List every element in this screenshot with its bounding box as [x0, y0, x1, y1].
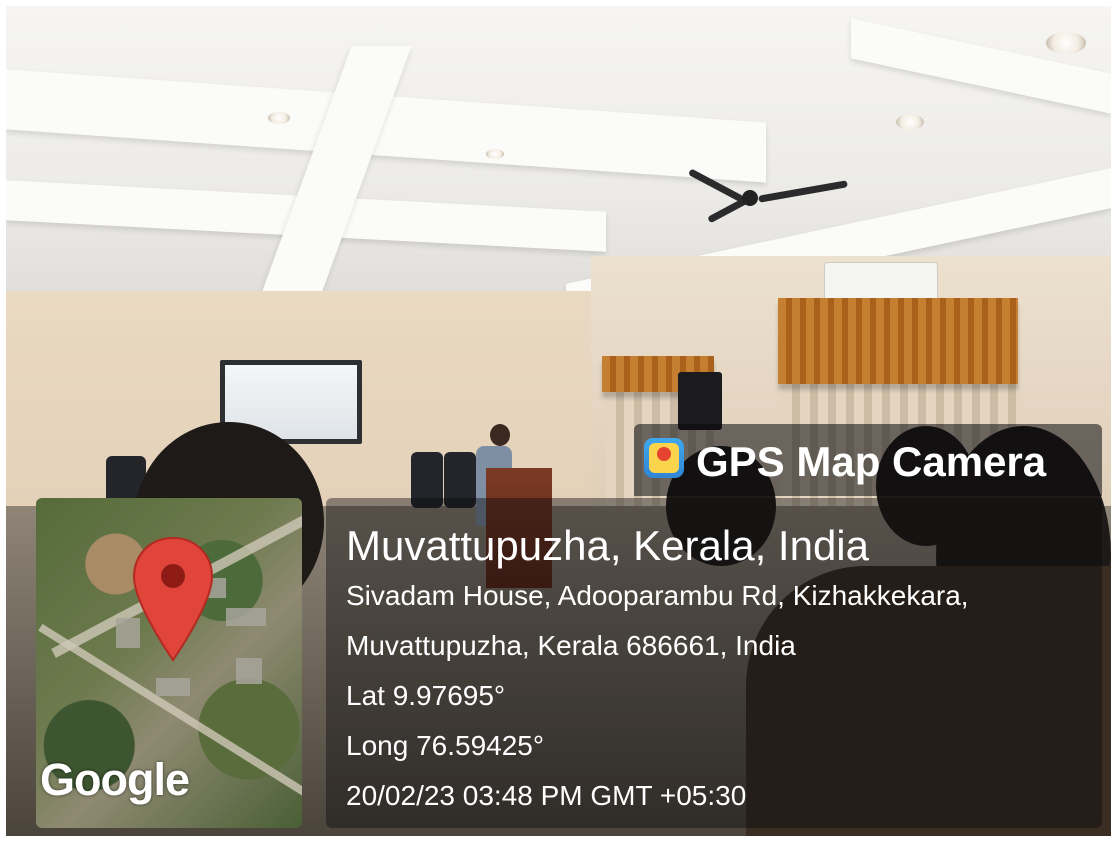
city-name: Muvattupuzha, Kerala, India	[346, 522, 869, 569]
address-line-2: Muvattupuzha, Kerala 686661, India	[346, 630, 796, 661]
address-line-1: Sivadam House, Adooparambu Rd, Kizhakkek…	[346, 580, 969, 611]
map-thumbnail: Google	[36, 498, 302, 828]
gps-map-camera-icon	[644, 438, 684, 478]
ceiling-light	[1046, 32, 1086, 54]
google-watermark: Google	[40, 754, 190, 805]
ceiling-light	[268, 112, 290, 124]
timestamp: 20/02/23 03:48 PM GMT +05:30	[346, 780, 747, 811]
ceiling-light	[486, 149, 504, 159]
photo-frame: Google GPS Map Camera Muvattupuzha, Kera…	[6, 6, 1111, 836]
speaker-person-head	[490, 424, 510, 446]
ceiling-light	[896, 114, 924, 130]
location-pin-icon	[132, 536, 214, 662]
curtain-valance	[778, 298, 1018, 384]
longitude: Long 76.59425°	[346, 730, 545, 761]
location-info-panel: Muvattupuzha, Kerala, India Sivadam Hous…	[326, 498, 1102, 828]
app-badge: GPS Map Camera	[634, 424, 1102, 496]
latitude: Lat 9.97695°	[346, 680, 506, 711]
app-title: GPS Map Camera	[696, 438, 1047, 485]
speaker	[678, 372, 722, 430]
